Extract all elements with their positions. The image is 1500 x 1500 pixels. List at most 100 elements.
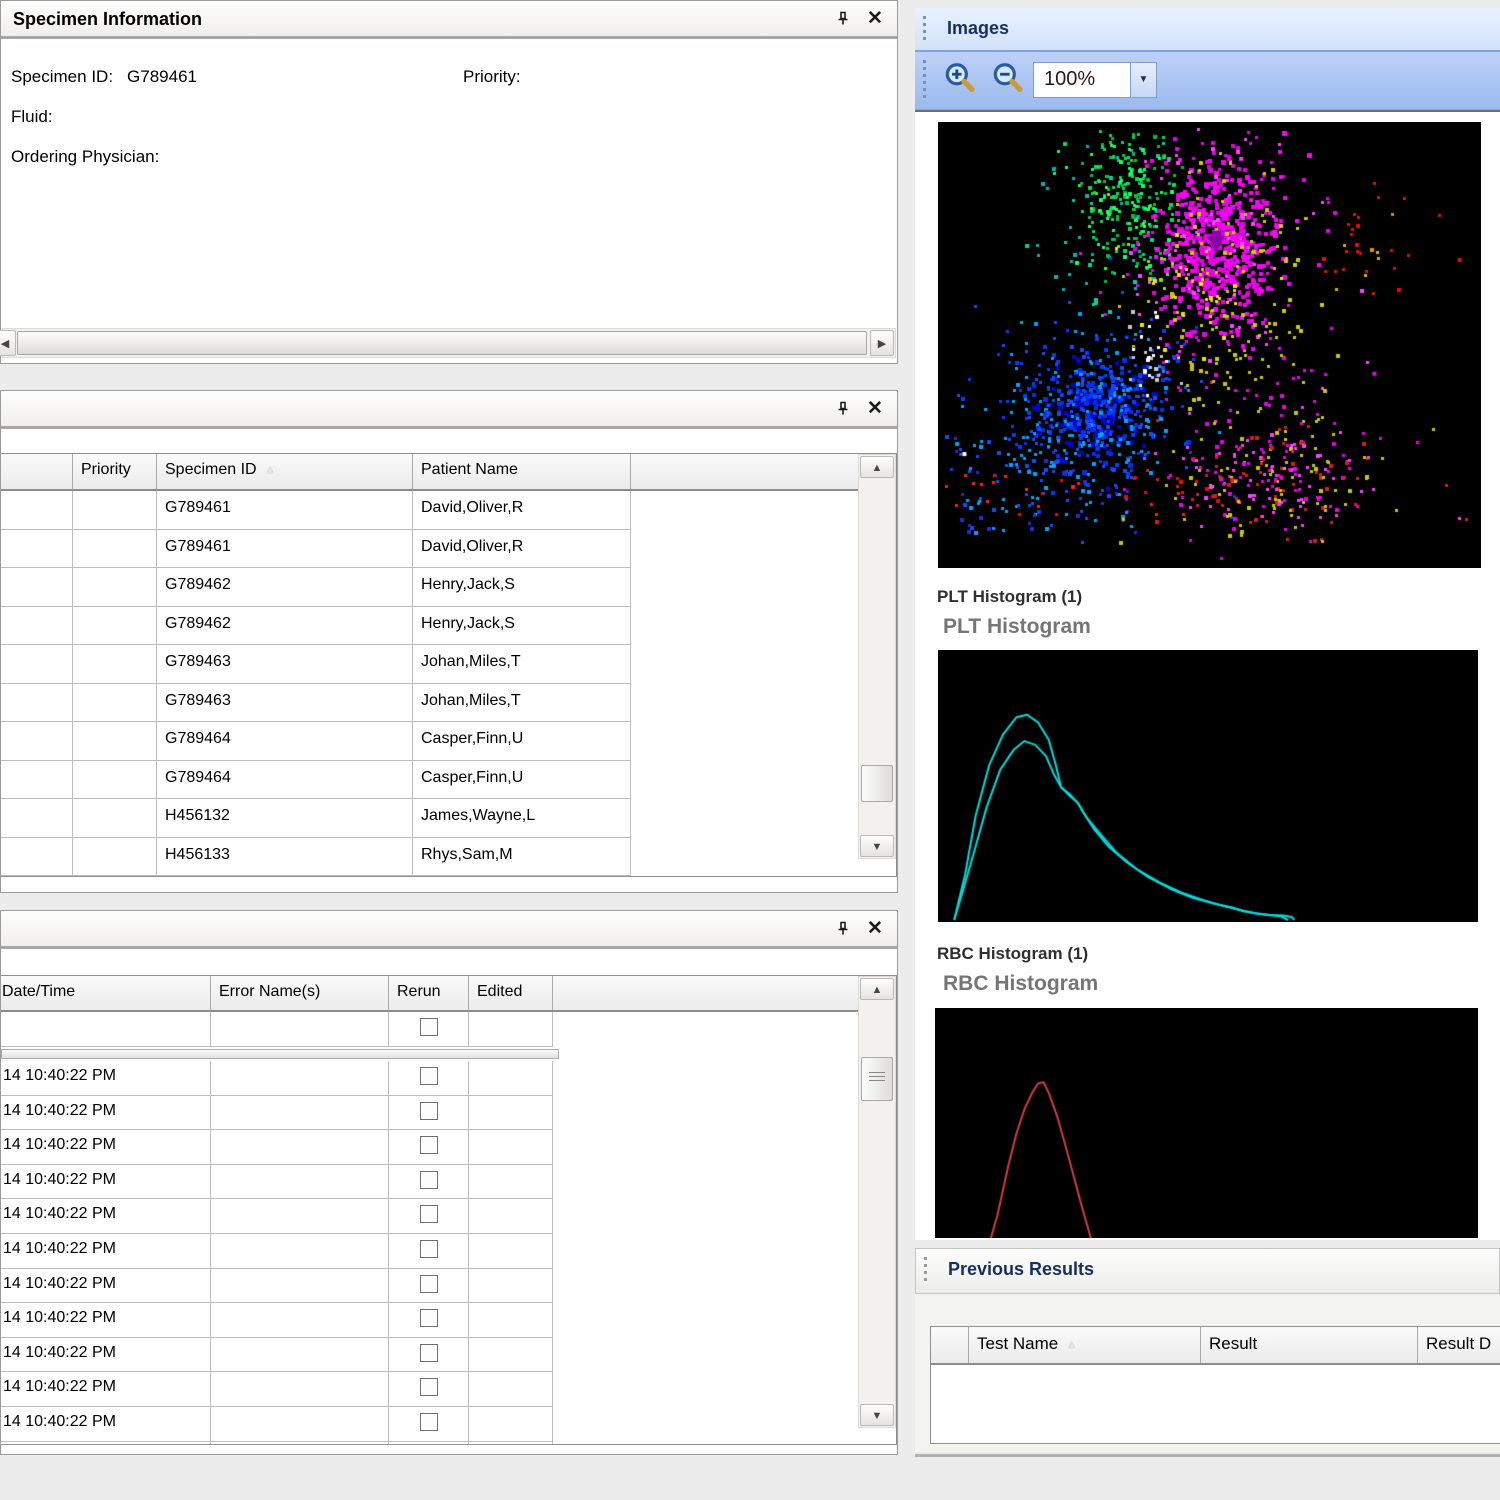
error-names-cell xyxy=(211,1269,389,1304)
table-row[interactable]: G789464Casper,Finn,U xyxy=(1,722,856,761)
worklist-vertical-scrollbar[interactable]: ▲ ▼ xyxy=(858,454,896,859)
table-row[interactable]: G789464Casper,Finn,U xyxy=(1,761,856,800)
table-row[interactable]: 14 10:40:22 PM xyxy=(1,1269,856,1304)
drag-grip-icon[interactable] xyxy=(924,1257,927,1285)
priority-cell xyxy=(73,799,157,838)
pin-icon[interactable] xyxy=(831,397,855,421)
table-row[interactable]: 14 10:40:22 PM xyxy=(1,1061,856,1096)
rerun-checkbox[interactable] xyxy=(420,1378,438,1396)
table-row[interactable] xyxy=(1,1442,856,1445)
row-selector-cell xyxy=(1,530,73,569)
patient-name-cell: Casper,Finn,U xyxy=(413,761,631,800)
table-row[interactable]: 14 10:40:22 PM xyxy=(1,1234,856,1269)
row-selector-cell xyxy=(1,684,73,723)
drag-grip-icon[interactable] xyxy=(923,16,926,42)
row-selector-cell xyxy=(1,799,73,838)
datetime-cell: 14 10:40:22 PM xyxy=(1,1269,211,1304)
drag-grip-icon[interactable] xyxy=(923,60,926,101)
rerun-checkbox[interactable] xyxy=(420,1102,438,1120)
worklist-titlebar: ✕ xyxy=(1,391,897,429)
result-column-header[interactable]: Result xyxy=(1201,1327,1418,1363)
table-row[interactable]: 14 10:40:22 PM xyxy=(1,1130,856,1165)
table-row[interactable]: G789461David,Oliver,R xyxy=(1,530,856,569)
row-selector-column-header[interactable] xyxy=(1,454,73,489)
panel-title: Specimen Information xyxy=(13,1,202,37)
patient-name-cell: James,Wayne,L xyxy=(413,799,631,838)
table-row[interactable]: 14 10:40:22 PM xyxy=(1,1165,856,1200)
error-names-cell xyxy=(211,1165,389,1200)
table-row[interactable]: 14 10:40:22 PM xyxy=(1,1199,856,1234)
patient-name-cell: Casper,Finn,U xyxy=(413,722,631,761)
scrollbar-thumb[interactable] xyxy=(861,1057,893,1101)
table-row[interactable]: 14 10:40:22 PM xyxy=(1,1303,856,1338)
table-row[interactable]: 14 10:40:22 PM xyxy=(1,1372,856,1407)
run-history-header-row: Date/Time Error Name(s) Rerun Edited xyxy=(1,976,896,1012)
rerun-checkbox[interactable] xyxy=(420,1344,438,1362)
close-icon[interactable]: ✕ xyxy=(863,7,887,31)
specimen-information-panel: Specimen Information ✕ Specimen ID:G7894… xyxy=(0,0,898,364)
scroll-up-icon[interactable]: ▲ xyxy=(860,456,894,478)
row-selector-column-header[interactable] xyxy=(931,1327,969,1363)
error-names-column-header[interactable]: Error Name(s) xyxy=(211,976,389,1010)
error-names-cell xyxy=(211,1130,389,1165)
rerun-checkbox[interactable] xyxy=(420,1275,438,1293)
pin-icon[interactable] xyxy=(831,7,855,31)
edited-column-header[interactable]: Edited xyxy=(469,976,553,1010)
worklist-header-row: Priority Specimen ID▲ Patient Name xyxy=(1,454,896,491)
close-icon[interactable]: ✕ xyxy=(863,397,887,421)
scrollbar-thumb[interactable] xyxy=(17,331,867,355)
rerun-checkbox[interactable] xyxy=(420,1309,438,1327)
scrollbar-thumb[interactable] xyxy=(861,765,893,802)
scroll-right-icon[interactable]: ▶ xyxy=(870,330,894,356)
table-row[interactable]: G789462Henry,Jack,S xyxy=(1,607,856,646)
zoom-out-button[interactable] xyxy=(989,60,1029,100)
table-row[interactable]: G789462Henry,Jack,S xyxy=(1,568,856,607)
rerun-checkbox[interactable] xyxy=(420,1067,438,1085)
run-history-vertical-scrollbar[interactable]: ▲ ▼ xyxy=(858,976,896,1428)
rerun-checkbox[interactable] xyxy=(420,1205,438,1223)
fluid-label: Fluid: xyxy=(11,107,53,127)
rerun-checkbox[interactable] xyxy=(420,1413,438,1431)
rerun-checkbox[interactable] xyxy=(420,1171,438,1189)
pin-icon[interactable] xyxy=(831,917,855,941)
specimen-id-cell: G789464 xyxy=(157,761,413,800)
rerun-checkbox[interactable] xyxy=(420,1240,438,1258)
close-icon[interactable]: ✕ xyxy=(863,917,887,941)
patient-name-cell: Rhys,Sam,M xyxy=(413,838,631,877)
scroll-down-icon[interactable]: ▼ xyxy=(860,835,894,857)
table-row[interactable]: G789463Johan,Miles,T xyxy=(1,645,856,684)
horizontal-scrollbar[interactable]: ◀ ▶ xyxy=(2,328,896,358)
table-row[interactable] xyxy=(1,1012,856,1047)
zoom-in-button[interactable] xyxy=(941,60,981,100)
scroll-left-icon[interactable]: ◀ xyxy=(0,330,16,356)
datetime-column-header[interactable]: Date/Time xyxy=(1,976,211,1010)
table-row[interactable]: G789463Johan,Miles,T xyxy=(1,684,856,723)
filler-column-header xyxy=(631,454,896,489)
zoom-level-combobox[interactable]: 100% ▼ xyxy=(1033,62,1157,98)
specimen-id-column-header[interactable]: Specimen ID▲ xyxy=(157,454,413,489)
edited-cell xyxy=(469,1407,553,1442)
patient-name-column-header[interactable]: Patient Name xyxy=(413,454,631,489)
specimen-id-label: Specimen ID: xyxy=(11,67,113,86)
table-row[interactable]: 14 10:40:22 PM xyxy=(1,1338,856,1373)
result-date-column-header[interactable]: Result D xyxy=(1418,1327,1500,1363)
dropdown-arrow-icon[interactable]: ▼ xyxy=(1130,63,1156,97)
test-name-column-header[interactable]: Test Name▲ xyxy=(969,1327,1201,1363)
rerun-checkbox[interactable] xyxy=(420,1018,438,1036)
table-row[interactable]: G789461David,Oliver,R xyxy=(1,491,856,530)
priority-cell xyxy=(73,491,157,530)
edited-cell xyxy=(469,1442,553,1445)
rerun-column-header[interactable]: Rerun xyxy=(389,976,469,1010)
specimen-id-cell: G789464 xyxy=(157,722,413,761)
ordering-physician-label: Ordering Physician: xyxy=(11,147,159,167)
table-row[interactable]: H456132James,Wayne,L xyxy=(1,799,856,838)
rerun-checkbox[interactable] xyxy=(420,1136,438,1154)
scroll-up-icon[interactable]: ▲ xyxy=(860,978,894,1000)
wbc-scattergram-image xyxy=(938,122,1481,568)
rerun-cell xyxy=(389,1061,469,1096)
table-row[interactable]: 14 10:40:22 PM xyxy=(1,1407,856,1442)
table-row[interactable]: 14 10:40:22 PM xyxy=(1,1096,856,1131)
table-row[interactable]: H456133Rhys,Sam,M xyxy=(1,838,856,877)
scroll-down-icon[interactable]: ▼ xyxy=(860,1404,894,1426)
priority-column-header[interactable]: Priority xyxy=(73,454,157,489)
